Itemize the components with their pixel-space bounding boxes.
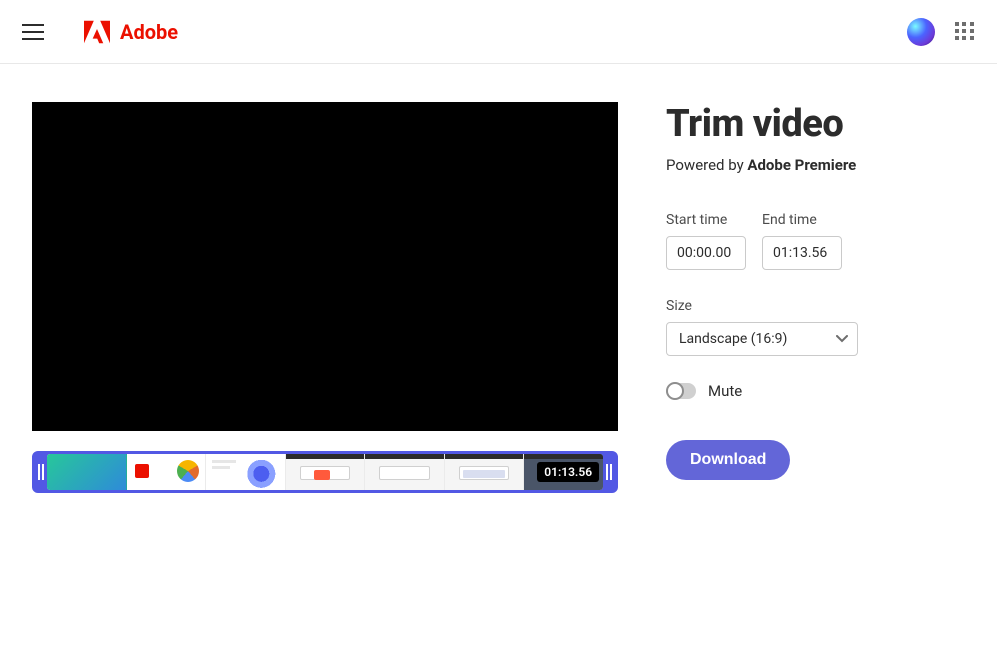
mute-toggle[interactable] xyxy=(666,383,696,399)
timeline-thumb[interactable]: 01:13.56 xyxy=(524,454,603,490)
trim-handle-end[interactable] xyxy=(603,454,615,490)
timeline-thumb[interactable] xyxy=(206,454,286,490)
size-select[interactable]: Landscape (16:9) xyxy=(666,322,858,356)
header-right xyxy=(907,18,975,46)
app-switcher-icon[interactable] xyxy=(955,22,975,42)
timeline-duration-badge: 01:13.56 xyxy=(537,462,599,482)
mute-row: Mute xyxy=(666,382,966,400)
header-left: Adobe xyxy=(22,20,178,44)
end-time-label: End time xyxy=(762,212,842,228)
page-title: Trim video xyxy=(666,102,966,146)
start-time-input[interactable] xyxy=(666,236,746,270)
header: Adobe xyxy=(0,0,997,64)
timeline-thumb[interactable] xyxy=(365,454,445,490)
mute-toggle-knob xyxy=(666,382,684,400)
mute-label: Mute xyxy=(708,382,742,400)
timeline[interactable]: 01:13.56 xyxy=(32,451,618,493)
timeline-thumb[interactable] xyxy=(286,454,366,490)
main: 01:13.56 Trim video Powered by Adobe Pre… xyxy=(0,64,997,493)
powered-by-product: Adobe Premiere xyxy=(747,156,856,174)
brand-link[interactable]: Adobe xyxy=(84,20,178,44)
size-select-wrap: Landscape (16:9) xyxy=(666,322,858,356)
size-block: Size Landscape (16:9) xyxy=(666,298,966,356)
avatar[interactable] xyxy=(907,18,935,46)
timeline-thumb[interactable] xyxy=(445,454,525,490)
download-button[interactable]: Download xyxy=(666,440,790,480)
time-row: Start time End time xyxy=(666,212,966,270)
start-time-label: Start time xyxy=(666,212,746,228)
end-time-field: End time xyxy=(762,212,842,270)
controls-column: Trim video Powered by Adobe Premiere Sta… xyxy=(666,102,966,493)
end-time-input[interactable] xyxy=(762,236,842,270)
timeline-thumb[interactable] xyxy=(47,454,127,490)
size-label: Size xyxy=(666,298,966,314)
timeline-thumbnails: 01:13.56 xyxy=(47,454,603,490)
menu-icon[interactable] xyxy=(22,24,44,40)
timeline-track: 01:13.56 xyxy=(32,451,618,493)
video-preview[interactable] xyxy=(32,102,618,431)
timeline-thumb[interactable] xyxy=(127,454,207,490)
brand-name: Adobe xyxy=(120,20,178,44)
adobe-logo-icon xyxy=(84,20,110,44)
trim-handle-start[interactable] xyxy=(35,454,47,490)
page-subtitle: Powered by Adobe Premiere xyxy=(666,156,966,174)
video-column: 01:13.56 xyxy=(32,102,618,493)
size-field: Size Landscape (16:9) xyxy=(666,298,966,356)
powered-by-prefix: Powered by xyxy=(666,156,747,174)
start-time-field: Start time xyxy=(666,212,746,270)
